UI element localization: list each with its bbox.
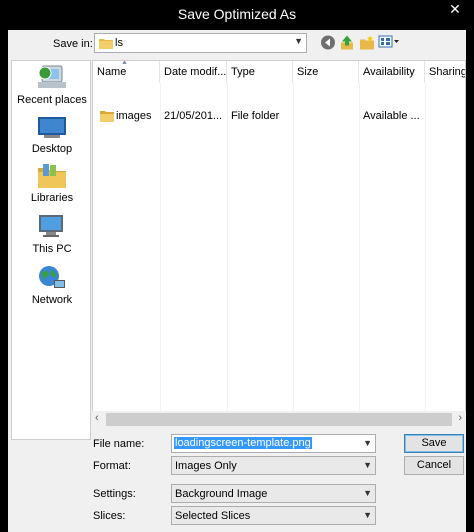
save-in-label: Save in: (53, 38, 93, 50)
column-label: Sharing (429, 66, 466, 78)
file-name-input[interactable]: loadingscreen-template.png ▼ (171, 434, 376, 453)
column-label: Date modif... (164, 66, 227, 78)
place-recent-places[interactable]: Recent places (12, 64, 92, 106)
title-bar[interactable]: Save Optimized As ✕ (0, 0, 474, 30)
file-name-value: loadingscreen-template.png (174, 437, 312, 449)
chevron-down-icon: ▼ (363, 510, 372, 520)
recent-places-icon (38, 65, 66, 88)
column-header-size[interactable]: Size (293, 61, 359, 83)
places-bar: Recent places Desktop Libraries This PC … (11, 60, 91, 440)
libraries-icon (38, 164, 66, 188)
column-label: Size (297, 66, 319, 78)
file-date: 21/05/201... (164, 110, 223, 122)
chevron-down-icon: ▼ (363, 488, 372, 498)
save-in-value: ls (115, 37, 123, 49)
file-list-header: ▲ Name Date modif... Type Size Availabil… (93, 61, 466, 83)
new-folder-icon[interactable] (359, 34, 375, 51)
chevron-down-icon: ▼ (363, 460, 372, 470)
place-libraries[interactable]: Libraries (12, 162, 92, 204)
column-divider (293, 83, 294, 426)
column-divider (359, 83, 360, 426)
column-divider (227, 83, 228, 426)
column-header-availability[interactable]: Availability (359, 61, 425, 83)
place-network[interactable]: Network (12, 264, 92, 306)
file-name: images (116, 110, 152, 122)
close-button[interactable]: ✕ (444, 0, 466, 20)
settings-dropdown[interactable]: Background Image ▼ (171, 484, 376, 503)
horizontal-scrollbar[interactable]: ‹ › (92, 411, 466, 428)
format-value: Images Only (175, 460, 237, 472)
column-label: Name (97, 66, 127, 78)
view-menu-button[interactable] (378, 34, 400, 51)
place-label: This PC (32, 243, 72, 255)
place-label: Network (31, 294, 73, 306)
folder-icon (100, 111, 114, 122)
column-header-name[interactable]: ▲ Name (93, 61, 160, 83)
cancel-button[interactable]: Cancel (404, 456, 464, 475)
place-label: Recent places (17, 94, 87, 106)
column-divider (425, 83, 426, 426)
close-icon: ✕ (449, 1, 461, 17)
chevron-down-icon: ▼ (294, 36, 303, 46)
slices-value: Selected Slices (175, 510, 251, 522)
chevron-down-icon[interactable]: ▼ (363, 438, 372, 448)
column-header-sharing[interactable]: Sharing (425, 61, 466, 83)
network-icon (39, 266, 65, 288)
file-list[interactable]: ▲ Name Date modif... Type Size Availabil… (92, 60, 466, 427)
desktop-icon (38, 117, 66, 138)
format-label: Format: (93, 460, 131, 472)
scrollbar-thumb[interactable] (106, 413, 452, 426)
place-desktop[interactable]: Desktop (12, 115, 92, 155)
up-folder-icon[interactable] (340, 34, 354, 51)
place-label: Desktop (31, 143, 73, 155)
window-title: Save Optimized As (177, 6, 297, 22)
column-label: Type (231, 66, 255, 78)
save-button[interactable]: Save (404, 434, 464, 453)
column-header-type[interactable]: Type (227, 61, 293, 83)
scroll-left-icon[interactable]: ‹ (95, 412, 99, 424)
place-this-pc[interactable]: This PC (12, 213, 92, 255)
column-header-date[interactable]: Date modif... (160, 61, 227, 83)
slices-dropdown[interactable]: Selected Slices ▼ (171, 506, 376, 525)
column-label: Availability (363, 66, 415, 78)
view-menu-icon (378, 35, 399, 48)
save-dialog: Save Optimized As ✕ Save in: ls ▼ Recent… (0, 0, 474, 532)
folder-icon (99, 39, 113, 49)
file-name-label: File name: (93, 438, 145, 450)
settings-label: Settings: (93, 488, 136, 500)
scroll-right-icon[interactable]: › (458, 412, 462, 424)
dialog-body: Save in: ls ▼ Recent places Desktop Libr… (8, 30, 466, 532)
back-icon[interactable] (320, 34, 336, 51)
file-row[interactable]: images 21/05/201... File folder Availabl… (93, 107, 465, 125)
column-divider (160, 83, 161, 426)
slices-label: Slices: (93, 510, 126, 522)
place-label: Libraries (30, 192, 74, 204)
settings-value: Background Image (175, 488, 268, 500)
format-dropdown[interactable]: Images Only ▼ (171, 456, 376, 475)
save-in-dropdown[interactable]: ls ▼ (94, 33, 307, 53)
file-type: File folder (231, 110, 280, 122)
this-pc-icon (39, 215, 63, 237)
sort-ascending-icon: ▲ (121, 61, 128, 66)
file-availability: Available ... (363, 110, 420, 122)
